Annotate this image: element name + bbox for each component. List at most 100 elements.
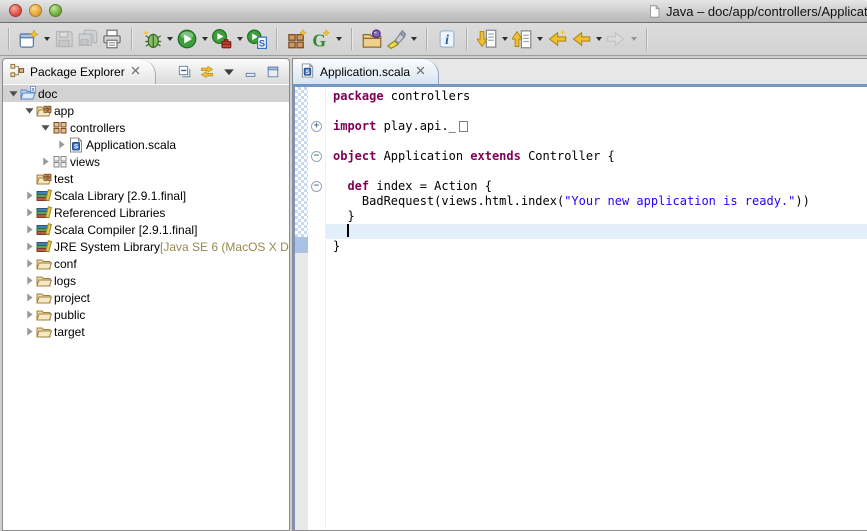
view-menu-button[interactable] [222,65,236,79]
info-button[interactable]: i [435,26,459,52]
package-explorer-toolbar [178,65,289,79]
tree-item-doc[interactable]: Sdoc [3,85,289,102]
code-keyword: extends [470,149,521,163]
forward-dropdown-icon [631,37,637,41]
minimize-button[interactable] [244,65,258,79]
last-edit-location-button[interactable] [545,26,569,52]
forward-icon [606,29,626,49]
save-button [52,26,76,52]
tree-item-controllers[interactable]: controllers [3,119,289,136]
expander-closed-icon[interactable] [23,293,36,302]
window-title-text: Java – doc/app/controllers/Application.s… [666,4,867,19]
fold-expand-icon[interactable]: + [311,121,322,132]
tree-item-scala-compiler-2-9-1-final[interactable]: Scala Compiler [2.9.1.final] [3,221,289,238]
external-tools-dropdown-icon[interactable] [237,37,243,41]
folder-icon [36,273,54,289]
new-wizard-button[interactable] [17,26,41,52]
code-line[interactable]: package controllers [326,89,867,104]
code-line[interactable]: } [326,239,867,254]
close-window-button[interactable] [9,4,22,17]
highlighter-dropdown-icon[interactable] [411,37,417,41]
fold-collapse-icon[interactable]: − [311,151,322,162]
expander-closed-icon[interactable] [23,327,36,336]
maximize-button[interactable] [266,65,280,79]
zoom-window-button[interactable] [49,4,62,17]
close-editor-icon[interactable] [415,65,426,76]
run-dropdown-icon[interactable] [202,37,208,41]
previous-annotation-button[interactable] [510,26,534,52]
g-wizard-button[interactable]: G [309,26,333,52]
highlighter-button[interactable] [384,26,408,52]
expander-open-icon[interactable] [23,106,36,115]
expander-closed-icon[interactable] [23,225,36,234]
run-scala-button[interactable]: S [245,26,269,52]
expander-closed-icon[interactable] [23,276,36,285]
code-text-area[interactable]: package controllers import play.api._obje… [326,87,867,530]
close-icon[interactable] [130,65,141,79]
next-annotation-dropdown-icon[interactable] [502,37,508,41]
code-line[interactable] [326,104,867,119]
library-icon [36,239,54,255]
code-line[interactable]: } [326,209,867,224]
tree-item-project[interactable]: project [3,289,289,306]
debug-button[interactable] [140,26,164,52]
editor-area: S Application.scala + − − package controll… [292,58,867,531]
tree-item-public[interactable]: public [3,306,289,323]
tree-item-app[interactable]: app [3,102,289,119]
folded-region-icon[interactable] [459,121,468,132]
code-line[interactable]: import play.api._ [326,119,867,134]
expander-closed-icon[interactable] [23,310,36,319]
close-icon[interactable] [415,65,426,79]
expander-closed-icon[interactable] [23,242,36,251]
code-line[interactable] [326,134,867,149]
tree-item-referenced-libraries[interactable]: Referenced Libraries [3,204,289,221]
package-folder-icon [36,171,54,187]
package-explorer-tab[interactable]: Package Explorer [3,59,156,84]
expander-closed-icon[interactable] [23,208,36,217]
toolbar-separator [646,28,648,50]
new-wizard-dropdown-icon[interactable] [44,37,50,41]
editor-tab-application-scala[interactable]: S Application.scala [293,59,439,84]
back-dropdown-icon[interactable] [596,37,602,41]
expander-open-icon[interactable] [39,123,52,132]
tree-item-test[interactable]: test [3,170,289,187]
open-task-button[interactable] [360,26,384,52]
expander-closed-icon[interactable] [55,140,68,149]
collapse-all-button[interactable] [178,65,192,79]
run-button[interactable] [175,26,199,52]
toolbar-separator [276,28,278,50]
package-gray-icon [52,154,70,170]
external-tools-button[interactable] [210,26,234,52]
tree-item-target[interactable]: target [3,323,289,340]
code-line[interactable]: BadRequest(views.html.index("Your new ap… [326,194,867,209]
expander-closed-icon[interactable] [39,157,52,166]
last-edit-location-icon [547,29,567,49]
range-indicator-solid [295,237,308,253]
print-button[interactable] [100,26,124,52]
tree-item-logs[interactable]: logs [3,272,289,289]
tree-item-conf[interactable]: conf [3,255,289,272]
next-annotation-button[interactable] [475,26,499,52]
new-package-button[interactable] [285,26,309,52]
expander-closed-icon[interactable] [23,259,36,268]
close-view-icon[interactable] [130,65,141,76]
tree-item-scala-library-2-9-1-final[interactable]: Scala Library [2.9.1.final] [3,187,289,204]
save-all-icon [78,29,98,49]
expander-open-icon[interactable] [7,89,20,98]
back-button[interactable] [569,26,593,52]
code-line[interactable] [326,164,867,179]
previous-annotation-dropdown-icon[interactable] [537,37,543,41]
minimize-window-button[interactable] [29,4,42,17]
tree-item-application-scala[interactable]: SApplication.scala [3,136,289,153]
tree-item-jre-system-library[interactable]: JRE System Library [Java SE 6 (MacOS X D… [3,238,289,255]
debug-dropdown-icon[interactable] [167,37,173,41]
link-with-editor-button[interactable] [200,65,214,79]
tree-item-views[interactable]: views [3,153,289,170]
package-folder-icon [36,103,54,119]
code-line-current[interactable] [326,224,867,239]
code-line[interactable]: def index = Action { [326,179,867,194]
code-line[interactable]: object Application extends Controller { [326,149,867,164]
fold-collapse-icon[interactable]: − [311,181,322,192]
expander-closed-icon[interactable] [23,191,36,200]
g-wizard-dropdown-icon[interactable] [336,37,342,41]
